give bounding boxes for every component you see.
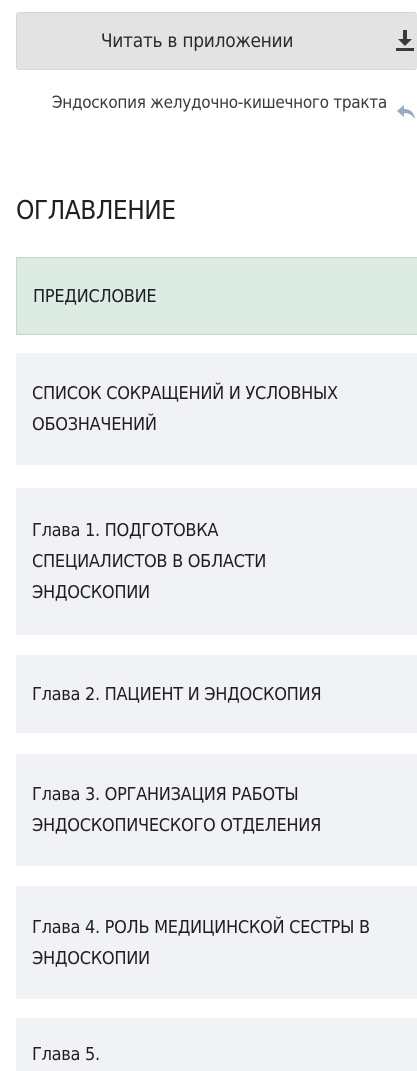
- toc-item-chapter-5[interactable]: Глава 5.: [16, 1018, 417, 1071]
- toc-item-chapter-3[interactable]: Глава 3. ОРГАНИЗАЦИЯ РАБОТЫ ЭНДОСКОПИЧЕС…: [16, 754, 417, 866]
- toc-item-abbreviations[interactable]: СПИСОК СОКРАЩЕНИЙ И УСЛОВНЫХ ОБОЗНАЧЕНИЙ: [16, 353, 417, 465]
- back-arrow-icon[interactable]: [396, 104, 417, 120]
- read-in-app-button[interactable]: Читать в приложении: [16, 12, 417, 70]
- toc-item-label: Глава 2. ПАЦИЕНТ И ЭНДОСКОПИЯ: [32, 683, 322, 705]
- toc-item-chapter-1[interactable]: Глава 1. ПОДГОТОВКА СПЕЦИАЛИСТОВ В ОБЛАС…: [16, 488, 417, 635]
- toc-item-label: ПРЕДИСЛОВИЕ: [33, 285, 157, 307]
- toc-item-label: Глава 5.: [32, 1044, 100, 1065]
- read-in-app-label: Читать в приложении: [100, 30, 294, 52]
- toc-item-preface[interactable]: ПРЕДИСЛОВИЕ: [16, 257, 417, 335]
- toc-item-label: Глава 4. РОЛЬ МЕДИЦИНСКОЙ СЕСТРЫ В ЭНДОС…: [32, 916, 370, 969]
- toc-heading: ОГЛАВЛЕНИЕ: [16, 196, 176, 226]
- toc-item-label: Глава 1. ПОДГОТОВКА СПЕЦИАЛИСТОВ В ОБЛАС…: [32, 520, 267, 603]
- book-title: Эндоскопия желудочно-кишечного тракта: [51, 93, 387, 113]
- toc-item-label: СПИСОК СОКРАЩЕНИЙ И УСЛОВНЫХ ОБОЗНАЧЕНИЙ: [32, 383, 338, 435]
- toc-item-chapter-2[interactable]: Глава 2. ПАЦИЕНТ И ЭНДОСКОПИЯ: [16, 655, 417, 733]
- toc-item-chapter-4[interactable]: Глава 4. РОЛЬ МЕДИЦИНСКОЙ СЕСТРЫ В ЭНДОС…: [16, 886, 417, 999]
- toc-item-label: Глава 3. ОРГАНИЗАЦИЯ РАБОТЫ ЭНДОСКОПИЧЕС…: [32, 784, 322, 836]
- download-icon: [394, 29, 416, 53]
